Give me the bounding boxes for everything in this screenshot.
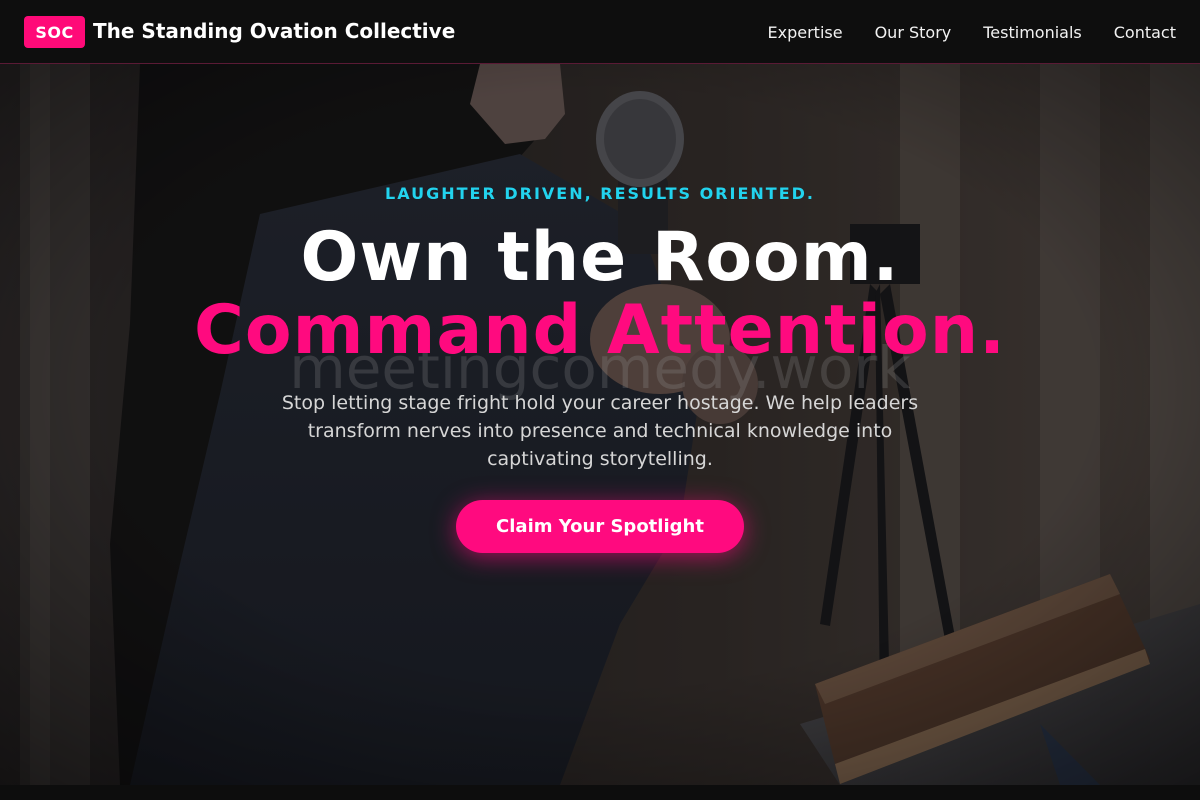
brand-name[interactable]: The Standing Ovation Collective	[93, 19, 455, 43]
hero-tagline: LAUGHTER DRIVEN, RESULTS ORIENTED.	[385, 184, 815, 203]
hero-subtext: Stop letting stage fright hold your care…	[281, 392, 919, 470]
hero-headline-line2: Command Attention.	[194, 291, 1006, 370]
hero-headline-line1: Own the Room.	[300, 218, 900, 297]
main-nav: Expertise Our Story Testimonials Contact	[768, 0, 1176, 64]
nav-link-expertise[interactable]: Expertise	[768, 23, 843, 42]
nav-link-our-story[interactable]: Our Story	[875, 23, 952, 42]
site-header: SOC The Standing Ovation Collective Expe…	[0, 0, 1200, 64]
logo-badge[interactable]: SOC	[24, 16, 85, 48]
claim-spotlight-button[interactable]: Claim Your Spotlight	[456, 500, 744, 553]
nav-link-testimonials[interactable]: Testimonials	[983, 23, 1082, 42]
page-bottom-edge	[0, 785, 1200, 800]
nav-link-contact[interactable]: Contact	[1114, 23, 1176, 42]
